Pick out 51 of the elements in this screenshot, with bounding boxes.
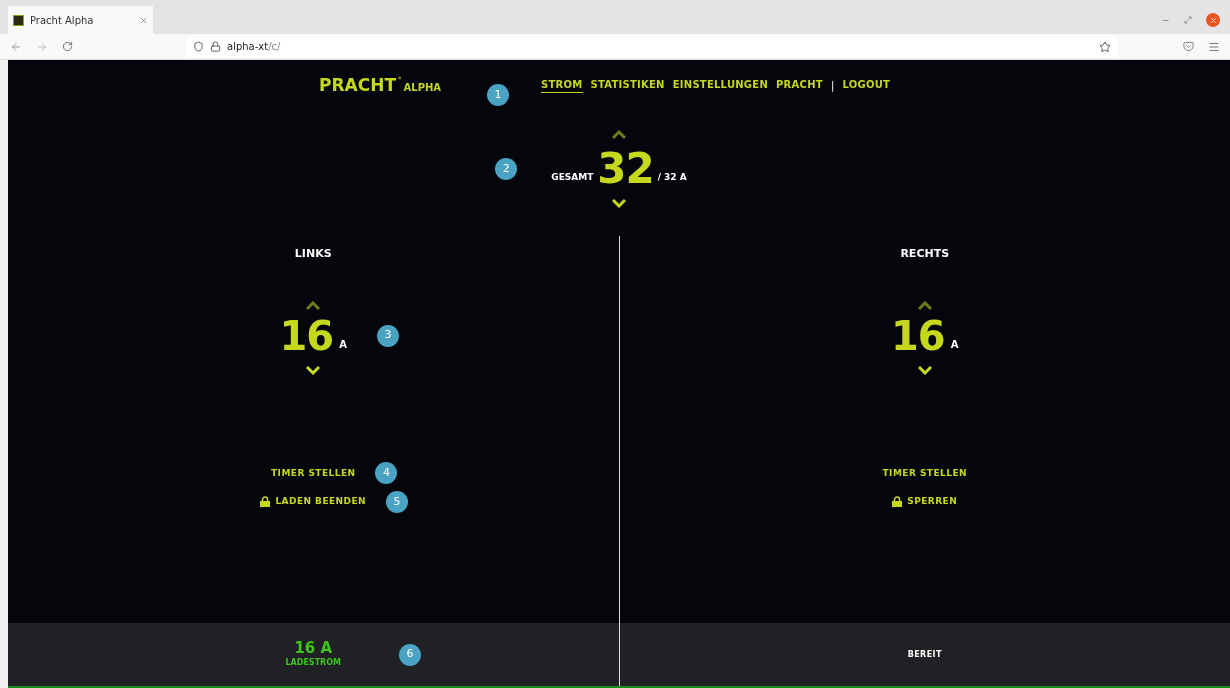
chevron-down-icon[interactable] bbox=[612, 199, 626, 208]
callout-marker: 2 bbox=[495, 158, 518, 180]
chevron-down-icon[interactable] bbox=[306, 365, 321, 375]
favicon-icon bbox=[13, 14, 24, 26]
callout-marker: 1 bbox=[487, 84, 510, 106]
close-icon bbox=[1208, 15, 1218, 25]
url-text: alpha-xt/c/ bbox=[227, 40, 281, 54]
chevron-down-icon[interactable] bbox=[917, 365, 932, 375]
side-current-value: 16 bbox=[891, 315, 945, 356]
chevron-up-icon[interactable] bbox=[612, 130, 626, 139]
shield-icon bbox=[193, 41, 204, 52]
total-max-label: / 32 A bbox=[657, 170, 687, 184]
nav-link[interactable]: STATISTIKEN bbox=[590, 77, 665, 93]
nav-link[interactable]: EINSTELLUNGEN bbox=[672, 77, 769, 93]
browser-tab[interactable]: Pracht Alpha bbox=[8, 6, 153, 34]
menu-icon[interactable] bbox=[1208, 40, 1220, 53]
lock-button[interactable]: LADEN BEENDEN bbox=[260, 495, 367, 509]
chevron-up-icon[interactable] bbox=[917, 300, 932, 310]
tab-title: Pracht Alpha bbox=[30, 13, 95, 28]
lock-button[interactable]: SPERREN bbox=[892, 495, 958, 509]
nav-link[interactable]: STROM bbox=[541, 77, 583, 93]
callout-marker: 3 bbox=[376, 324, 399, 347]
lock-icon bbox=[892, 496, 903, 508]
close-window-button[interactable] bbox=[1206, 13, 1220, 27]
close-icon[interactable] bbox=[139, 15, 148, 25]
side-current-value: 16 bbox=[279, 315, 334, 356]
bookmark-star-icon[interactable] bbox=[1099, 40, 1111, 53]
nav-link[interactable]: PRACHT bbox=[776, 77, 823, 93]
total-label: GESAMT bbox=[551, 170, 594, 184]
maximize-icon[interactable] bbox=[1184, 16, 1192, 24]
lock-icon bbox=[260, 496, 271, 508]
status-text: BEREIT bbox=[907, 648, 942, 661]
unit-label: A bbox=[339, 337, 347, 352]
callout-marker: 5 bbox=[386, 490, 409, 513]
callout-marker: 4 bbox=[375, 462, 398, 485]
address-bar[interactable]: alpha-xt/c/ bbox=[187, 36, 1117, 57]
chevron-up-icon[interactable] bbox=[306, 300, 321, 310]
timer-button[interactable]: TIMER STELLEN bbox=[882, 466, 967, 480]
total-current-value: 32 bbox=[597, 149, 654, 189]
nav-link[interactable]: LOGOUT bbox=[842, 77, 891, 93]
unit-label: A bbox=[950, 337, 959, 352]
pocket-icon[interactable] bbox=[1183, 41, 1194, 52]
nav-separator: | bbox=[830, 78, 835, 93]
side-title: RECHTS bbox=[900, 246, 950, 262]
lock-icon bbox=[210, 41, 221, 52]
side-title: LINKS bbox=[294, 246, 332, 262]
timer-button[interactable]: TIMER STELLEN bbox=[271, 466, 356, 480]
charging-current-label: LADESTROM bbox=[285, 657, 341, 669]
charging-current-value: 16 A bbox=[294, 640, 333, 657]
reload-icon[interactable] bbox=[62, 41, 73, 52]
callout-marker: 6 bbox=[399, 643, 421, 666]
